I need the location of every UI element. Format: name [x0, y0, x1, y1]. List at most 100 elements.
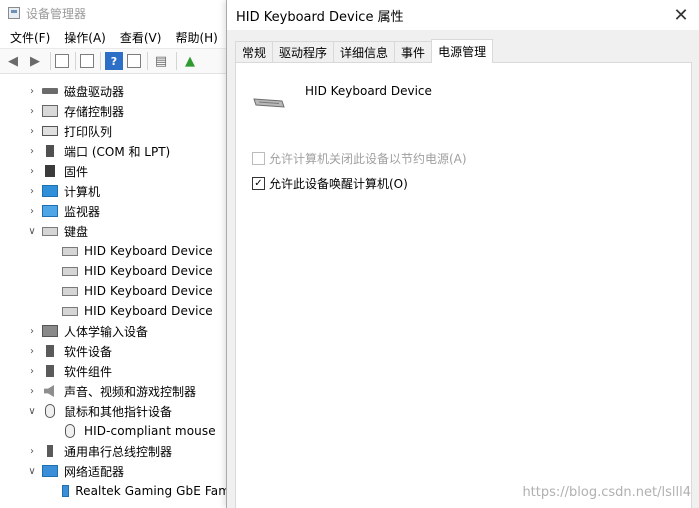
tree-device-item[interactable]: HID Keyboard Device — [0, 241, 229, 261]
allow-power-off-option: 允许计算机关闭此设备以节约电源(A) — [252, 150, 467, 167]
chevron-down-icon[interactable]: ∨ — [26, 406, 38, 417]
tree-device-item[interactable]: HID Keyboard Device — [0, 281, 229, 301]
help-icon[interactable]: ? — [105, 52, 123, 70]
firmware-icon — [45, 165, 55, 177]
tree-category-item[interactable]: › 端口 (COM 和 LPT) — [0, 141, 229, 161]
properties-icon[interactable] — [55, 54, 69, 68]
tree-device-item[interactable]: HID-compliant mouse — [0, 421, 229, 441]
chevron-right-icon[interactable]: › — [26, 386, 38, 397]
tree-category-item[interactable]: › 声音、视频和游戏控制器 — [0, 381, 229, 401]
tab-power-management[interactable]: 电源管理 — [431, 39, 494, 63]
chevron-right-icon[interactable]: › — [26, 206, 38, 217]
tree-category-item[interactable]: › 固件 — [0, 161, 229, 181]
chevron-right-icon[interactable]: › — [26, 126, 38, 137]
tree-device-item[interactable]: HID Keyboard Device — [0, 261, 229, 281]
keyboard-icon — [42, 226, 58, 236]
back-arrow-icon[interactable]: ◀ — [4, 52, 22, 70]
keyboard-icon — [62, 246, 78, 256]
menu-help[interactable]: 帮助(H) — [171, 29, 221, 46]
tree-item-label: 固件 — [64, 164, 89, 179]
tree-item-label: HID Keyboard Device — [84, 264, 213, 278]
tree-item-label: 网络适配器 — [64, 464, 125, 479]
toolbar: ◀ ▶ ? ▤ ▲ — [0, 48, 229, 74]
usb-icon — [47, 445, 53, 457]
tree-category-item[interactable]: › 通用串行总线控制器 — [0, 441, 229, 461]
chevron-right-icon[interactable]: › — [26, 106, 38, 117]
tab-strip: 常规 驱动程序 详细信息 事件 电源管理 — [235, 39, 494, 63]
allow-wake-checkbox[interactable]: ✓ — [252, 177, 265, 190]
tree-item-label: 端口 (COM 和 LPT) — [64, 144, 171, 159]
audio-icon — [44, 385, 54, 397]
tree-device-item[interactable]: HID Keyboard Device — [0, 301, 229, 321]
tree-item-label: HID Keyboard Device — [84, 304, 213, 318]
software-component-icon — [46, 365, 54, 377]
toolbar-separator — [75, 52, 76, 70]
toolbar-separator — [147, 52, 148, 70]
tree-category-item[interactable]: ∨ 鼠标和其他指针设备 — [0, 401, 229, 421]
chevron-right-icon[interactable]: › — [26, 186, 38, 197]
tree-category-item[interactable]: › 计算机 — [0, 181, 229, 201]
storage-controller-icon — [42, 105, 58, 117]
chevron-right-icon[interactable]: › — [26, 146, 38, 157]
tree-item-label: 打印队列 — [64, 124, 113, 139]
tree-item-label: 软件组件 — [64, 364, 113, 379]
tree-item-label: 磁盘驱动器 — [64, 84, 125, 99]
tab-driver[interactable]: 驱动程序 — [272, 41, 335, 63]
monitor-icon — [42, 205, 58, 217]
tree-category-item[interactable]: › 打印队列 — [0, 121, 229, 141]
chevron-down-icon[interactable]: ∨ — [26, 466, 38, 477]
tree-category-item[interactable]: › 软件组件 — [0, 361, 229, 381]
hid-icon — [42, 325, 58, 337]
chevron-right-icon[interactable]: › — [26, 86, 38, 97]
chevron-right-icon[interactable]: › — [26, 446, 38, 457]
network-adapter-icon — [62, 485, 70, 497]
device-tree: › 磁盘驱动器 › 存储控制器 › 打印队列 › 端口 (COM 和 LPT) › 固件 › 计算机 ›… — [0, 81, 230, 501]
chevron-right-icon[interactable]: › — [26, 166, 38, 177]
keyboard-icon — [62, 266, 78, 276]
toolbar-separator — [176, 52, 177, 70]
chevron-right-icon[interactable]: › — [26, 366, 38, 377]
show-icon[interactable] — [127, 54, 141, 68]
mouse-icon — [45, 404, 55, 418]
keyboard-icon — [62, 286, 78, 296]
software-device-icon — [46, 345, 54, 357]
tree-category-item[interactable]: ∨ 网络适配器 — [0, 461, 229, 481]
tree-item-label: Realtek Gaming GbE Fam — [75, 484, 230, 498]
tree-category-item[interactable]: ∨ 键盘 — [0, 221, 229, 241]
monitor-icon[interactable]: ▤ — [152, 52, 170, 70]
tab-details[interactable]: 详细信息 — [333, 41, 396, 63]
tree-category-item[interactable]: › 磁盘驱动器 — [0, 81, 229, 101]
chevron-down-icon[interactable]: ∨ — [26, 226, 38, 237]
toolbar-separator — [100, 52, 101, 70]
forward-arrow-icon[interactable]: ▶ — [26, 52, 44, 70]
tree-item-label: 存储控制器 — [64, 104, 125, 119]
menu-file[interactable]: 文件(F) — [6, 29, 54, 46]
device-manager-window: 设备管理器 文件(F) 操作(A) 查看(V) 帮助(H) ◀ ▶ ? ▤ ▲ … — [0, 0, 230, 508]
tab-events[interactable]: 事件 — [394, 41, 433, 63]
tree-category-item[interactable]: › 存储控制器 — [0, 101, 229, 121]
properties-dialog: HID Keyboard Device 属性 ✕ 常规 驱动程序 详细信息 事件… — [226, 0, 699, 508]
keyboard-icon — [62, 306, 78, 316]
chevron-right-icon[interactable]: › — [26, 326, 38, 337]
keyboard-device-icon — [253, 98, 285, 108]
chevron-right-icon[interactable]: › — [26, 346, 38, 357]
tree-category-item[interactable]: › 软件设备 — [0, 341, 229, 361]
close-icon[interactable]: ✕ — [663, 0, 699, 30]
menu-bar: 文件(F) 操作(A) 查看(V) 帮助(H) — [0, 26, 229, 48]
port-icon — [46, 145, 54, 157]
printer-icon — [42, 126, 58, 136]
allow-wake-label[interactable]: 允许此设备唤醒计算机(O) — [269, 175, 408, 192]
tab-general[interactable]: 常规 — [235, 41, 274, 63]
allow-wake-option[interactable]: ✓ 允许此设备唤醒计算机(O) — [252, 175, 408, 192]
watermark: https://blog.csdn.net/lslll4 — [522, 485, 691, 500]
tree-category-item[interactable]: › 人体学输入设备 — [0, 321, 229, 341]
list-icon[interactable] — [80, 54, 94, 68]
tree-category-item[interactable]: › 监视器 — [0, 201, 229, 221]
tree-item-label: 人体学输入设备 — [64, 324, 149, 339]
toolbar-separator — [50, 52, 51, 70]
menu-action[interactable]: 操作(A) — [60, 29, 110, 46]
tree-device-item[interactable]: Realtek Gaming GbE Fam — [0, 481, 230, 501]
allow-power-off-label: 允许计算机关闭此设备以节约电源(A) — [269, 152, 467, 166]
update-driver-icon[interactable]: ▲ — [181, 52, 199, 70]
menu-view[interactable]: 查看(V) — [116, 29, 166, 46]
